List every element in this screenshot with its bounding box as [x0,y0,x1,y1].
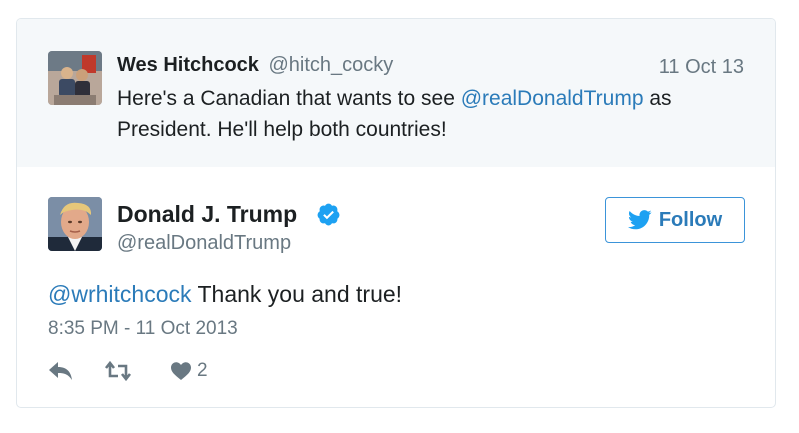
twitter-bird-icon [627,210,652,230]
follow-button-label: Follow [658,208,723,231]
tweet-text: @wrhitchcock Thank you and true! [48,278,402,310]
author-avatar[interactable] [48,197,102,251]
reply-mention-link[interactable]: @wrhitchcock [48,281,192,307]
parent-author-avatar[interactable] [48,51,102,105]
parent-tweet-date[interactable]: 11 Oct 13 [659,54,744,80]
reply-button[interactable] [48,356,74,386]
parent-tweet-text: Here's a Canadian that wants to see @rea… [117,83,717,145]
parent-tweet[interactable]: Wes Hitchcock @hitch_cocky 11 Oct 13 Her… [17,19,775,167]
parent-mention-link[interactable]: @realDonaldTrump [461,87,644,110]
like-count: 2 [197,360,208,381]
parent-text-before: Here's a Canadian that wants to see [117,87,461,110]
parent-author-name[interactable]: Wes Hitchcock [117,54,259,76]
parent-author-handle[interactable]: @hitch_cocky [268,54,393,76]
retweet-button[interactable] [104,356,132,386]
reply-icon [49,362,72,380]
follow-button[interactable]: Follow [605,197,745,243]
parent-author-line: Wes Hitchcock @hitch_cocky [117,52,393,78]
retweet-icon [104,360,132,382]
like-button[interactable]: 2 [170,356,208,386]
heart-icon [171,362,191,380]
embedded-tweet-card: Wes Hitchcock @hitch_cocky 11 Oct 13 Her… [16,18,776,408]
author-name[interactable]: Donald J. Trump [117,199,297,229]
verified-badge-icon [317,203,340,226]
tweet-timestamp[interactable]: 8:35 PM - 11 Oct 2013 [48,316,238,342]
tweet-body: Thank you and true! [191,281,403,307]
author-handle[interactable]: @realDonaldTrump [117,230,291,256]
